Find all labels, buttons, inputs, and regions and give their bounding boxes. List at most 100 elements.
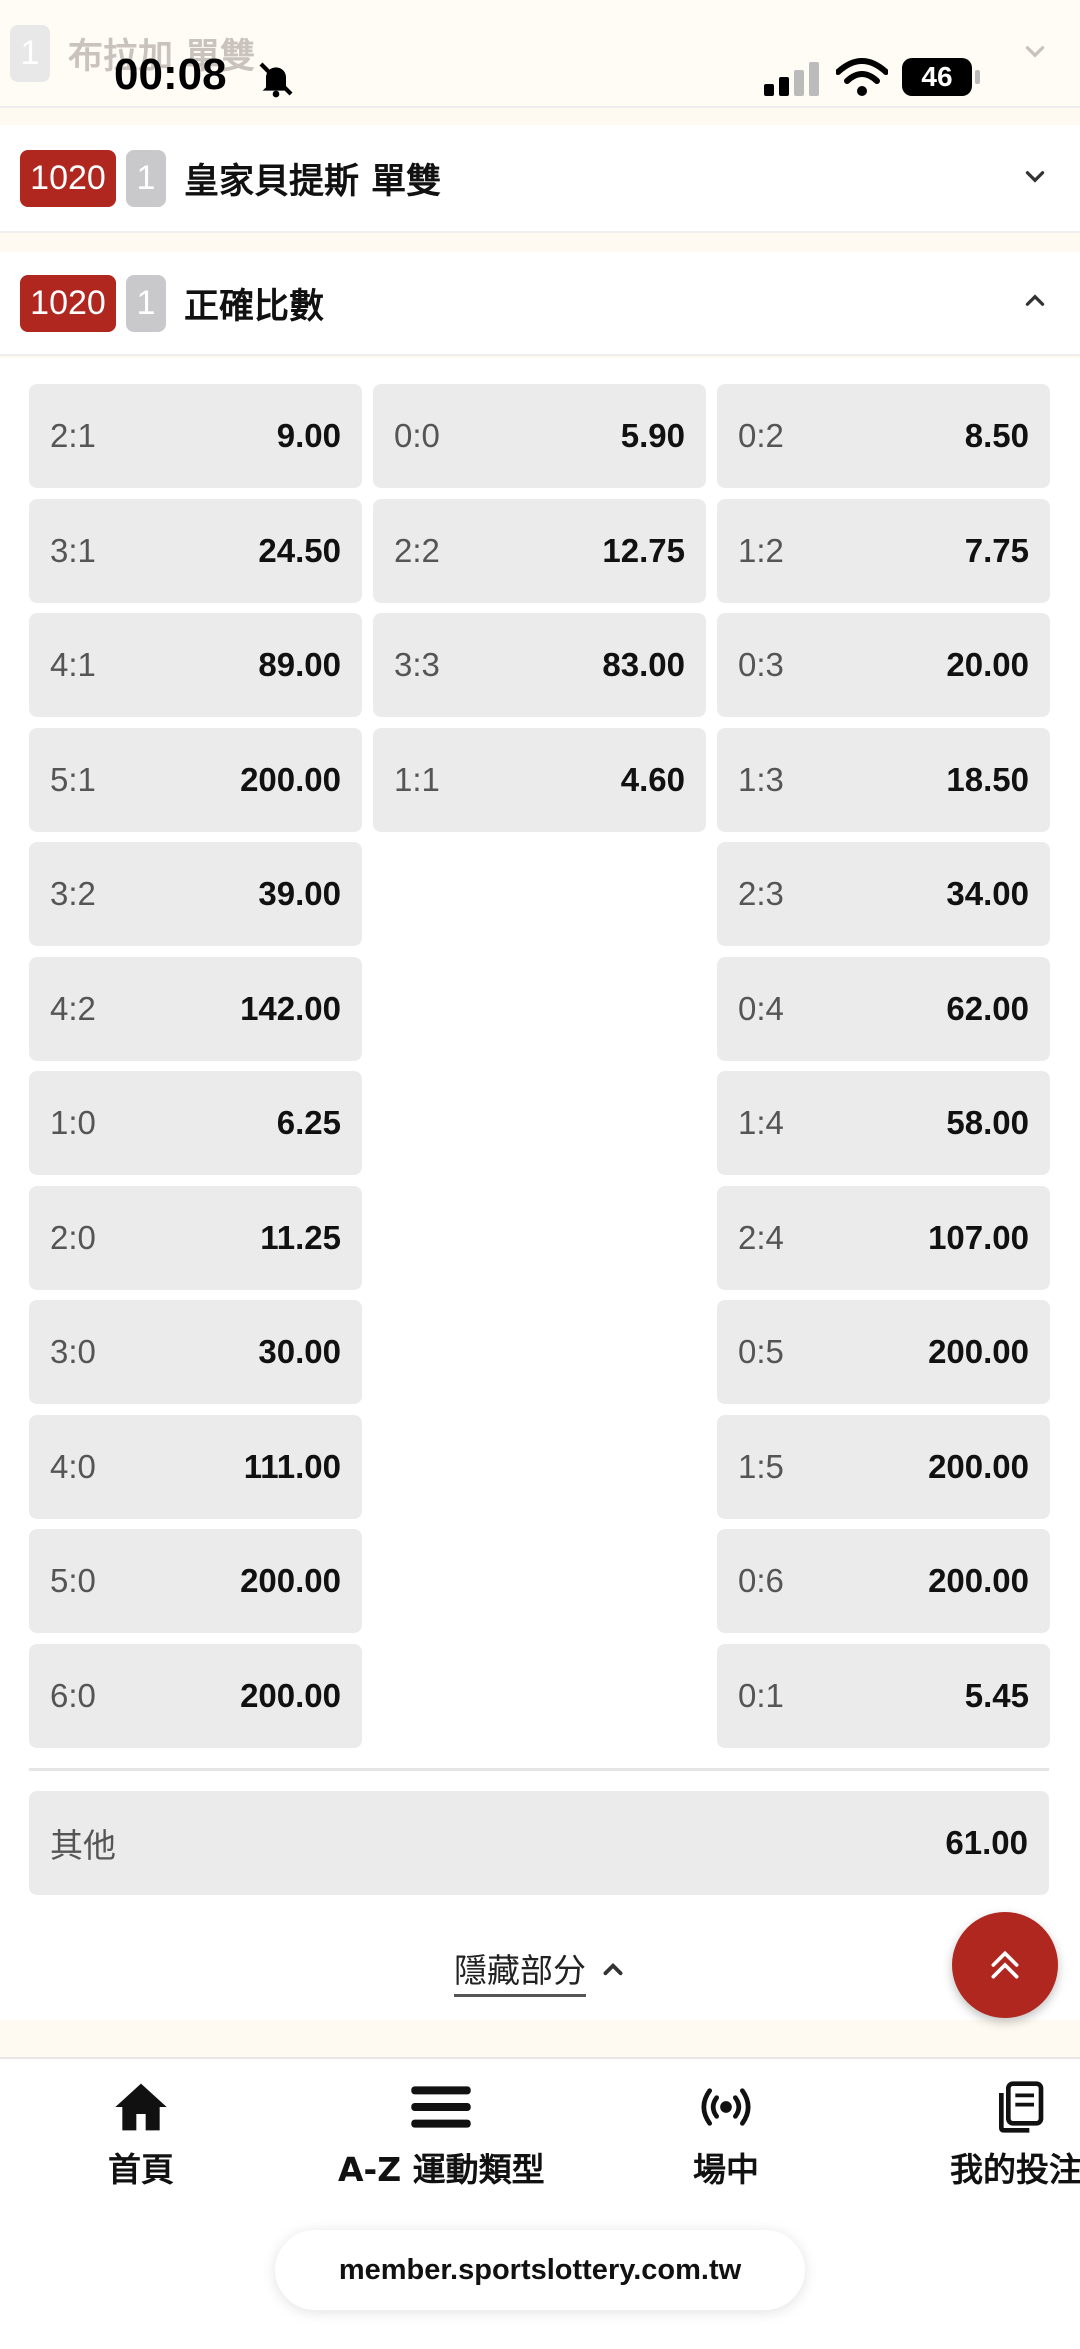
score-label: 1:2 — [738, 532, 784, 569]
chevron-up-icon[interactable] — [990, 285, 1080, 322]
odds-cell[interactable]: 2:4 107.00 — [717, 1186, 1050, 1290]
score-label: 2:3 — [738, 875, 784, 912]
nav-item-a-z-sports[interactable]: A-Z 運動類型 — [338, 2079, 545, 2191]
odds-cell[interactable]: 4:0 111.00 — [29, 1415, 362, 1519]
chevron-up-icon — [603, 1962, 623, 1976]
odds-cell[interactable]: 1:5 200.00 — [717, 1415, 1050, 1519]
odds-cell[interactable]: 3:1 24.50 — [29, 499, 362, 603]
odds-value: 12.75 — [602, 532, 685, 569]
odds-value: 34.00 — [946, 875, 1029, 912]
odds-value: 83.00 — [602, 646, 685, 683]
nav-item-my-bets[interactable]: 我的投注 — [950, 2079, 1080, 2191]
market-row-braga-odd-even[interactable]: 1 布拉加 單雙 — [0, 0, 1080, 108]
score-label: 3:2 — [50, 875, 96, 912]
odds-value: 58.00 — [946, 1104, 1029, 1141]
odds-value: 200.00 — [928, 1448, 1029, 1485]
nav-label: 首頁 — [108, 2150, 174, 2189]
score-label: 0:4 — [738, 990, 784, 1027]
odds-value: 9.00 — [276, 417, 341, 454]
odds-cell[interactable]: 2:2 12.75 — [373, 499, 706, 603]
scroll-to-top-button[interactable] — [952, 1912, 1058, 2018]
market-title: 布拉加 單雙 — [68, 36, 256, 77]
odds-value: 7.75 — [964, 532, 1029, 569]
market-title: 皇家貝提斯 單雙 — [184, 161, 442, 202]
live-broadcast-icon — [701, 2088, 751, 2126]
market-row-correct-score[interactable]: 1020 1 正確比數 — [0, 252, 1080, 356]
odds-value: 89.00 — [258, 646, 341, 683]
odds-value: 107.00 — [928, 1219, 1029, 1256]
odds-value: 39.00 — [258, 875, 341, 912]
odds-cell[interactable]: 2:3 34.00 — [717, 842, 1050, 946]
market-title: 正確比數 — [184, 286, 325, 327]
market-code-badge: 1020 — [20, 274, 116, 332]
selection-count-badge: 1 — [126, 274, 166, 332]
odds-value: 142.00 — [240, 990, 341, 1027]
section-divider — [29, 1768, 1049, 1771]
score-label: 4:2 — [50, 990, 96, 1027]
nav-label: 場中 — [693, 2150, 759, 2189]
score-label: 4:1 — [50, 646, 96, 683]
selection-count-badge: 1 — [10, 24, 50, 82]
score-label: 2:2 — [394, 532, 440, 569]
odds-cell[interactable]: 1:4 58.00 — [717, 1071, 1050, 1175]
odds-cell[interactable]: 0:1 5.45 — [717, 1644, 1050, 1748]
score-label: 1:1 — [394, 761, 440, 798]
odds-cell[interactable]: 4:1 89.00 — [29, 613, 362, 717]
odds-value: 24.50 — [258, 532, 341, 569]
browser-url-bar[interactable]: member.sportslottery.com.tw — [275, 2230, 805, 2310]
score-label: 2:0 — [50, 1219, 96, 1256]
score-label: 1:0 — [50, 1104, 96, 1141]
odds-cell[interactable]: 0:2 8.50 — [717, 384, 1050, 488]
score-label: 6:0 — [50, 1677, 96, 1714]
nav-label: 我的投注 — [950, 2150, 1080, 2189]
odds-cell[interactable]: 0:4 62.00 — [717, 957, 1050, 1061]
market-code-badge: 1020 — [20, 149, 116, 207]
url-text: member.sportslottery.com.tw — [338, 2253, 742, 2286]
score-label: 0:3 — [738, 646, 784, 683]
odds-cell-other[interactable]: 其他 61.00 — [29, 1791, 1049, 1895]
market-row-betis-odd-even[interactable]: 1020 1 皇家貝提斯 單雙 — [0, 125, 1080, 233]
score-label: 0:1 — [738, 1677, 784, 1714]
odds-value: 18.50 — [946, 761, 1029, 798]
score-label: 2:1 — [50, 417, 96, 454]
odds-cell[interactable]: 4:2 142.00 — [29, 957, 362, 1061]
odds-cell[interactable]: 3:0 30.00 — [29, 1300, 362, 1404]
odds-cell[interactable]: 0:0 5.90 — [373, 384, 706, 488]
odds-cell[interactable]: 0:5 200.00 — [717, 1300, 1050, 1404]
odds-cell[interactable]: 5:1 200.00 — [29, 728, 362, 832]
odds-cell[interactable]: 1:2 7.75 — [717, 499, 1050, 603]
odds-cell[interactable]: 2:0 11.25 — [29, 1186, 362, 1290]
odds-value: 200.00 — [928, 1333, 1029, 1370]
odds-value: 6.25 — [276, 1104, 341, 1141]
odds-cell[interactable]: 0:6 200.00 — [717, 1529, 1050, 1633]
odds-cell[interactable]: 3:2 39.00 — [29, 842, 362, 946]
nav-item-live[interactable]: 場中 — [693, 2079, 759, 2191]
odds-cell[interactable]: 1:1 4.60 — [373, 728, 706, 832]
odds-value: 30.00 — [258, 1333, 341, 1370]
score-label: 1:5 — [738, 1448, 784, 1485]
score-label: 5:0 — [50, 1562, 96, 1599]
score-label: 2:4 — [738, 1219, 784, 1256]
selection-count-badge: 1 — [126, 149, 166, 207]
odds-cell[interactable]: 0:3 20.00 — [717, 613, 1050, 717]
odds-value: 200.00 — [928, 1562, 1029, 1599]
odds-value: 5.45 — [964, 1677, 1029, 1714]
odds-cell[interactable]: 1:0 6.25 — [29, 1071, 362, 1175]
chevron-down-icon[interactable] — [990, 160, 1080, 197]
odds-cell[interactable]: 3:3 83.00 — [373, 613, 706, 717]
odds-value: 11.25 — [260, 1219, 341, 1256]
hide-section-toggle[interactable]: 隱藏部分 — [0, 1940, 1080, 2000]
odds-value: 200.00 — [240, 1677, 341, 1714]
odds-value: 4.60 — [620, 761, 685, 798]
double-chevron-up-icon — [991, 1950, 1019, 1979]
hide-section-label[interactable]: 隱藏部分 — [454, 1944, 586, 1997]
odds-cell[interactable]: 6:0 200.00 — [29, 1644, 362, 1748]
score-label: 0:5 — [738, 1333, 784, 1370]
nav-item-home[interactable]: 首頁 — [108, 2079, 174, 2191]
chevron-down-icon[interactable] — [990, 35, 1080, 72]
odds-cell[interactable]: 2:1 9.00 — [29, 384, 362, 488]
odds-cell[interactable]: 1:3 18.50 — [717, 728, 1050, 832]
odds-value: 111.00 — [243, 1448, 341, 1485]
odds-cell[interactable]: 5:0 200.00 — [29, 1529, 362, 1633]
score-label: 3:1 — [50, 532, 96, 569]
